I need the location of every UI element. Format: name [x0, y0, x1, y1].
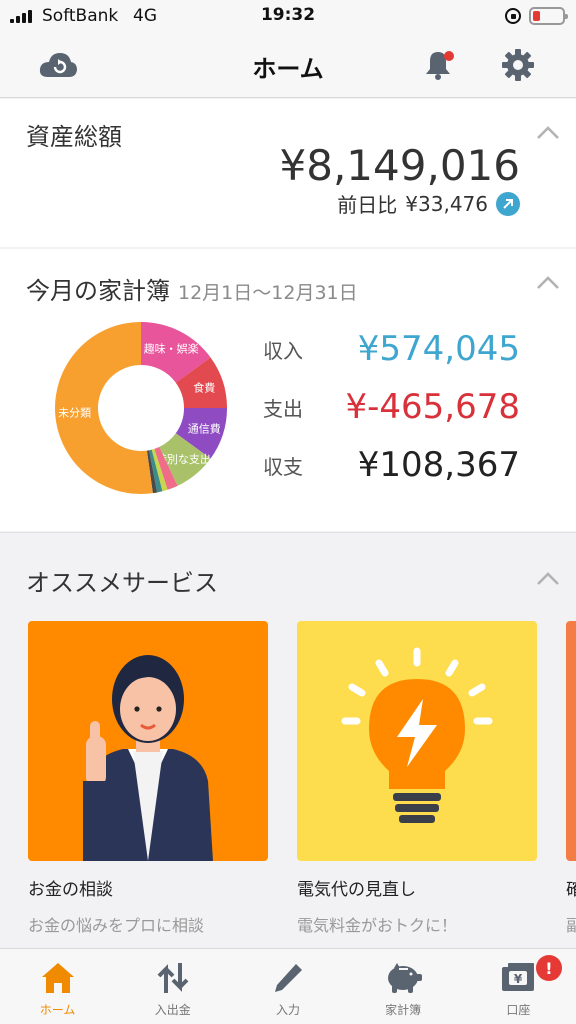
service-card-electricity[interactable]: 電気代の見直し 電気料金がおトクに！ [297, 621, 537, 936]
transfer-arrows-icon [157, 963, 189, 993]
orientation-lock-icon [505, 8, 521, 24]
arrow-up-right-icon [496, 191, 520, 216]
donut-slice-label: 趣味・娯楽 [144, 342, 199, 356]
balance-value: ¥108,367 [357, 445, 520, 485]
pencil-icon [274, 964, 302, 992]
donut-slice-label: 未分類 [58, 407, 91, 420]
navigation-bar: ホーム [0, 32, 576, 98]
tab-budget[interactable]: 家計簿 [346, 949, 461, 1024]
gear-icon [502, 49, 534, 81]
service-name: 電気代の見直し [297, 880, 416, 900]
chevron-up-icon[interactable] [536, 571, 560, 587]
service-description: 電気料金がおトクに！ [297, 916, 458, 935]
tab-input[interactable]: 入力 [230, 949, 345, 1024]
tab-home[interactable]: ホーム [0, 949, 115, 1024]
expense-donut-chart[interactable]: 趣味・娯楽 食費 通信費 特別な支出 未分類 [54, 321, 228, 495]
chevron-up-icon[interactable] [536, 125, 560, 141]
settings-button[interactable] [498, 45, 538, 85]
service-description: お金の悩みをプロに相談 [28, 916, 205, 935]
services-title: オススメサービス [26, 569, 218, 597]
svg-text:¥: ¥ [514, 972, 523, 986]
service-illustration [566, 621, 576, 861]
tab-label: 入力 [275, 1003, 300, 1017]
bottom-tab-bar: ホーム 入出金 入力 家計簿 ¥ 口座 ! [0, 948, 576, 1024]
balance-label: 収支 [263, 454, 303, 479]
service-card-partial[interactable]: 確 副 [566, 621, 576, 936]
battery-icon [529, 7, 568, 25]
consultant-illustration [28, 621, 268, 861]
tab-label: 口座 [506, 1003, 531, 1017]
budget-date-range: 12月1日〜12月31日 [178, 282, 358, 304]
donut-slice-label: 通信費 [188, 422, 221, 436]
monthly-budget-title: 今月の家計簿 12月1日〜12月31日 [26, 271, 358, 306]
total-assets-card[interactable]: 資産総額 ¥8,149,016 前日比 ¥33,476 [0, 99, 576, 247]
alert-badge: ! [535, 955, 562, 981]
wallet-yen-icon: ¥ [502, 963, 535, 991]
income-label: 収入 [263, 338, 303, 363]
tab-label: 家計簿 [385, 1003, 422, 1017]
donut-slice-label: 食費 [193, 380, 215, 394]
home-icon [41, 963, 74, 993]
service-name: お金の相談 [28, 880, 113, 900]
expense-value: ¥-465,678 [345, 387, 521, 427]
income-row: 収入 ¥574,045 [263, 327, 520, 371]
expense-label: 支出 [263, 396, 303, 421]
tab-transactions[interactable]: 入出金 [115, 949, 230, 1024]
page-title: ホーム [252, 55, 324, 83]
status-time: 19:32 [260, 5, 316, 25]
service-card-money-consultation[interactable]: お金の相談 お金の悩みをプロに相談 [28, 621, 268, 936]
recommended-services-section: オススメサービス お金の相談 お金の悩みをプロに相談 電気代の見直し 電気料金が… [0, 532, 576, 948]
piggy-bank-icon [388, 963, 423, 993]
status-bar: SoftBank 4G 19:32 [0, 0, 576, 32]
service-description: 副 [566, 916, 576, 935]
diff-label: 前日比 [337, 193, 398, 217]
income-value: ¥574,045 [357, 329, 520, 369]
notification-dot [444, 51, 454, 61]
service-name: 確 [566, 880, 576, 900]
total-assets-title: 資産総額 [26, 123, 122, 151]
budget-title-text: 今月の家計簿 [26, 277, 170, 305]
total-assets-amount: ¥8,149,016 [279, 141, 520, 190]
monthly-budget-card[interactable]: 今月の家計簿 12月1日〜12月31日 趣味・娯楽 食費 通信費 特別な支出 未分類 収入… [0, 249, 576, 531]
notifications-button[interactable] [418, 45, 458, 85]
lightbulb-illustration [297, 621, 537, 861]
day-over-day-change: 前日比 ¥33,476 [337, 189, 520, 218]
tab-label: 入出金 [154, 1003, 191, 1017]
diff-value: ¥33,476 [405, 191, 488, 216]
chevron-up-icon[interactable] [536, 275, 560, 291]
balance-row: 収支 ¥108,367 [263, 443, 520, 487]
expense-row: 支出 ¥-465,678 [263, 385, 520, 429]
tab-accounts[interactable]: ¥ 口座 ! [461, 949, 576, 1024]
donut-svg: 趣味・娯楽食費通信費特別な支出未分類 [55, 322, 227, 494]
tab-label: ホーム [39, 1003, 76, 1017]
